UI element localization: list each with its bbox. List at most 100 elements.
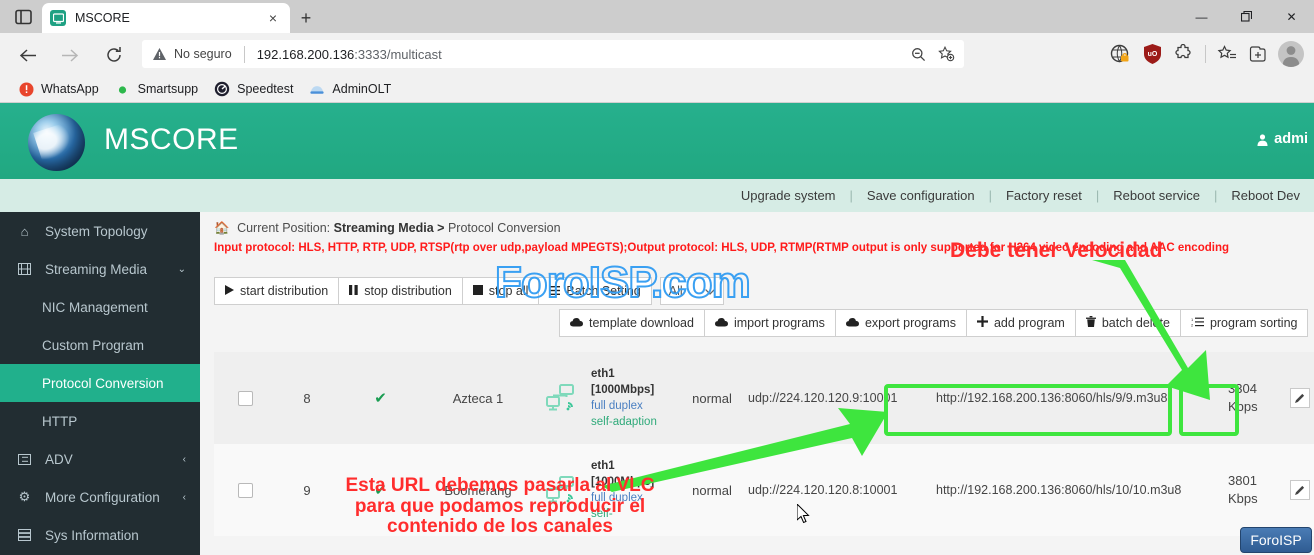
sidebar-item-label: Sys Information: [45, 527, 139, 543]
bookmark-speedtest[interactable]: Speedtest: [208, 77, 303, 101]
row-checkbox[interactable]: [237, 390, 253, 406]
filter-select[interactable]: All: [659, 277, 724, 305]
ublock-origin-icon[interactable]: uO: [1137, 40, 1167, 68]
forward-button[interactable]: [55, 41, 83, 69]
add-program-button[interactable]: add program: [965, 309, 1076, 337]
button-label: export programs: [864, 316, 956, 330]
row-checkbox-cell[interactable]: [214, 390, 276, 406]
button-label: template download: [589, 316, 694, 330]
sidebar-item-system-topology[interactable]: ⌂ System Topology: [0, 212, 200, 250]
edit-row-button[interactable]: [1290, 480, 1310, 500]
check-icon: ✔: [374, 482, 387, 499]
tab-favicon-icon: [50, 10, 66, 26]
zoom-out-icon[interactable]: [906, 43, 930, 65]
browser-tab[interactable]: MSCORE ×: [42, 3, 290, 33]
list-icon: [16, 453, 33, 465]
button-label: import programs: [733, 316, 825, 330]
svg-text:1: 1: [1191, 317, 1194, 322]
toolbar-secondary: template download import programs export…: [559, 309, 1314, 337]
user-menu[interactable]: admi: [1256, 131, 1308, 147]
toolbar-divider: [1205, 45, 1206, 63]
breadcrumb-parent[interactable]: Streaming Media: [334, 221, 434, 235]
avatar-icon: [1278, 41, 1304, 67]
start-distribution-button[interactable]: start distribution: [214, 277, 340, 305]
action-save-configuration[interactable]: Save configuration: [853, 188, 989, 203]
sidebar-item-more-configuration[interactable]: ⚙ More Configuration ‹: [0, 478, 200, 516]
sidebar-item-streaming-media[interactable]: Streaming Media ⌄: [0, 250, 200, 288]
button-label: batch delete: [1101, 316, 1170, 330]
table-row[interactable]: 9 ✔ Boomerang eth1 [1000Mbps] full duple…: [214, 444, 1314, 536]
row-status: ✔: [338, 389, 423, 407]
sidebar-item-http[interactable]: HTTP: [0, 402, 200, 440]
tab-actions-icon[interactable]: [10, 5, 36, 29]
user-icon: [1257, 133, 1268, 146]
template-download-button[interactable]: template download: [559, 309, 705, 337]
nic-name: eth1: [591, 460, 615, 472]
bookmark-smartsupp[interactable]: Smartsupp: [109, 77, 208, 101]
nic-speed: [1000Mbps]: [591, 476, 655, 488]
tab-close-icon[interactable]: ×: [264, 9, 282, 27]
sidebar-item-custom-program[interactable]: Custom Program: [0, 326, 200, 364]
program-sorting-button[interactable]: 12 program sorting: [1179, 309, 1309, 337]
browser-tabstrip: MSCORE × + — ✕: [0, 0, 1314, 33]
action-factory-reset[interactable]: Factory reset: [992, 188, 1096, 203]
row-actions: [1290, 388, 1314, 408]
bookmark-whatsapp[interactable]: WhatsApp: [12, 77, 109, 101]
sidebar-item-nic-management[interactable]: NIC Management: [0, 288, 200, 326]
batch-setting-button[interactable]: Batch Setting: [538, 277, 652, 305]
privacy-badger-icon[interactable]: [1105, 40, 1135, 68]
row-checkbox[interactable]: [237, 482, 253, 498]
row-state: normal: [692, 482, 732, 498]
favorites-list-icon[interactable]: [1212, 40, 1242, 68]
sidebar-item-protocol-conversion[interactable]: Protocol Conversion: [0, 364, 200, 402]
url-host: 192.168.200.136: [256, 46, 355, 62]
sidebar-item-adv[interactable]: ADV ‹: [0, 440, 200, 478]
batch-delete-button[interactable]: batch delete: [1074, 309, 1181, 337]
edit-row-button[interactable]: [1290, 388, 1310, 408]
export-programs-button[interactable]: export programs: [834, 309, 967, 337]
back-button[interactable]: [14, 41, 42, 69]
sidebar-item-sys-information[interactable]: Sys Information: [0, 516, 200, 554]
url-path: :3333/multicast: [354, 46, 442, 62]
bookmark-label: Speedtest: [237, 82, 294, 96]
sidebar-item-label: Streaming Media: [45, 261, 148, 277]
collections-add-icon[interactable]: [1244, 40, 1274, 68]
maximize-button[interactable]: [1224, 0, 1269, 33]
bookmark-adminolt[interactable]: AdminOLT: [303, 77, 401, 101]
new-tab-button[interactable]: +: [293, 6, 319, 30]
reload-button[interactable]: [100, 41, 128, 69]
action-upgrade-system[interactable]: Upgrade system: [727, 188, 850, 203]
button-label: stop distribution: [364, 284, 452, 298]
button-label: Batch Setting: [566, 284, 641, 298]
url-text: 192.168.200.136:3333/multicast: [257, 47, 442, 62]
action-reboot-device[interactable]: Reboot Dev: [1217, 188, 1314, 203]
svg-text:2: 2: [1191, 323, 1194, 328]
minimize-button[interactable]: —: [1179, 0, 1224, 33]
row-program-name: Boomerang: [444, 482, 512, 498]
nic-duplex: full duplex: [591, 400, 643, 412]
sidebar-item-label: NIC Management: [42, 299, 148, 315]
extensions-puzzle-icon[interactable]: [1169, 40, 1199, 68]
table-row[interactable]: 8 ✔ Azteca 1 eth1 [1000Mbps] full duplex…: [214, 352, 1314, 444]
action-links-bar: Upgrade system | Save configuration | Fa…: [0, 179, 1314, 212]
address-bar[interactable]: No seguro 192.168.200.136:3333/multicast: [142, 40, 964, 68]
bookmark-label: WhatsApp: [41, 82, 99, 96]
row-checkbox-cell[interactable]: [214, 482, 276, 498]
profile-avatar[interactable]: [1276, 40, 1306, 68]
sidebar: ⌂ System Topology Streaming Media ⌄ NIC …: [0, 212, 200, 555]
home-icon: 🏠: [214, 221, 230, 235]
browser-navbar: No seguro 192.168.200.136:3333/multicast…: [0, 33, 1314, 75]
stop-distribution-button[interactable]: stop distribution: [338, 277, 463, 305]
sidebar-item-label: HTTP: [42, 413, 78, 429]
action-reboot-service[interactable]: Reboot service: [1099, 188, 1214, 203]
security-label: No seguro: [174, 47, 232, 61]
breadcrumb-current: Protocol Conversion: [447, 221, 561, 235]
nic-adaption: self-adaption: [591, 416, 657, 428]
button-label: add program: [993, 316, 1065, 330]
add-favorite-icon[interactable]: [934, 43, 958, 65]
close-window-button[interactable]: ✕: [1269, 0, 1314, 33]
button-label: stop all: [488, 284, 529, 298]
stop-all-button[interactable]: stop all: [461, 277, 540, 305]
cloud-export-icon: [845, 316, 859, 330]
import-programs-button[interactable]: import programs: [703, 309, 836, 337]
